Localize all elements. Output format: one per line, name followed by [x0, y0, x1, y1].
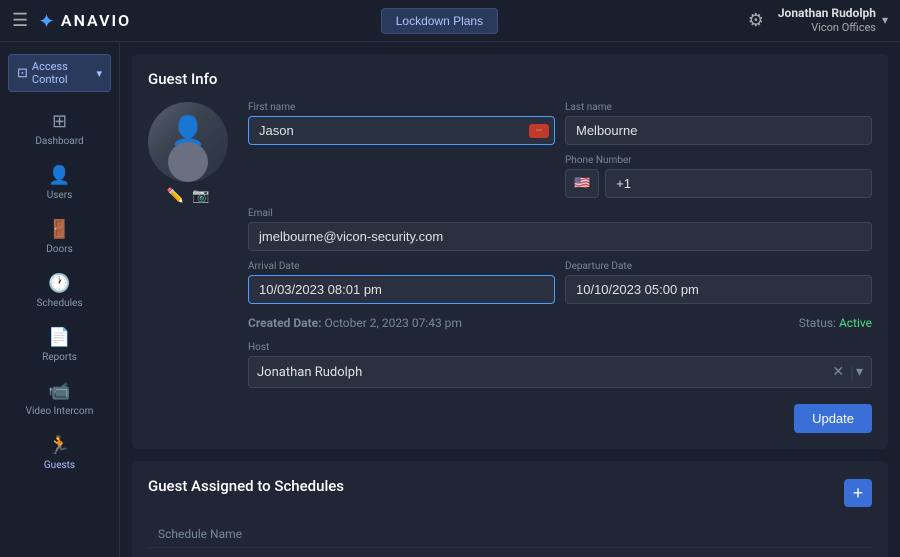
- guest-info-card: Guest Info ✏️ 📷 First name: [132, 54, 888, 449]
- sidebar-item-label: Video Intercom: [26, 406, 94, 417]
- sidebar-item-label: Dashboard: [35, 136, 83, 147]
- arrival-date-label: Arrival Date: [248, 261, 555, 272]
- host-divider: |: [848, 363, 856, 382]
- video-intercom-icon: 📹: [48, 381, 70, 402]
- host-select[interactable]: Jonathan Rudolph ✕ | ▾: [248, 356, 872, 388]
- guest-info-title: Guest Info: [148, 70, 872, 88]
- email-group: Email: [248, 208, 872, 251]
- update-button[interactable]: Update: [794, 404, 872, 433]
- sidebar-item-video-intercom[interactable]: 📹 Video Intercom: [6, 373, 113, 425]
- guests-icon: 🏃: [48, 435, 70, 456]
- reports-icon: 📄: [48, 327, 70, 348]
- topbar: ☰ ✦ ANAVIO Lockdown Plans ⚙ Jonathan Rud…: [0, 0, 900, 42]
- sidebar-item-label: Schedules: [36, 298, 82, 309]
- logo-text: ANAVIO: [61, 11, 131, 30]
- schedules-icon: 🕐: [48, 273, 70, 294]
- country-flag-select[interactable]: 🇺🇸: [565, 169, 599, 198]
- user-info: Jonathan Rudolph Vicon Offices ▾: [778, 6, 888, 36]
- phone-input[interactable]: [605, 169, 872, 198]
- update-btn-row: Update: [248, 404, 872, 433]
- host-clear-icon[interactable]: ✕: [828, 364, 848, 380]
- email-input[interactable]: [248, 222, 872, 251]
- hamburger-icon[interactable]: ☰: [12, 10, 28, 31]
- host-value: Jonathan Rudolph: [257, 365, 828, 380]
- host-group: Host Jonathan Rudolph ✕ | ▾: [248, 342, 872, 388]
- departure-date-label: Departure Date: [565, 261, 872, 272]
- user-menu-chevron-icon[interactable]: ▾: [882, 13, 888, 27]
- table-row: Contractors 🗑: [148, 548, 872, 557]
- host-chevron-icon[interactable]: ▾: [856, 364, 863, 380]
- sidebar-item-users[interactable]: 👤 Users: [6, 157, 113, 209]
- sidebar-item-guests[interactable]: 🏃 Guests: [6, 427, 113, 479]
- add-schedule-button[interactable]: +: [844, 479, 872, 507]
- status-label: Status:: [799, 316, 836, 330]
- user-name-text: Jonathan Rudolph: [778, 6, 876, 20]
- avatar-area: ✏️ 📷: [148, 102, 228, 204]
- last-name-group: Last name: [565, 102, 872, 145]
- main-content: Guest Info ✏️ 📷 First name: [120, 42, 900, 557]
- user-org-text: Vicon Offices: [778, 21, 876, 35]
- guest-info-layout: ✏️ 📷 First name ···: [148, 102, 872, 433]
- created-date-label: Created Date:: [248, 316, 321, 330]
- created-date-value: October 2, 2023 07:43 pm: [324, 316, 462, 330]
- departure-date-group: Departure Date: [565, 261, 872, 304]
- logo: ✦ ANAVIO: [38, 9, 131, 33]
- access-control-dropdown[interactable]: ⊡ Access Control ▾: [8, 54, 111, 92]
- sidebar-item-doors[interactable]: 🚪 Doors: [6, 211, 113, 263]
- access-control-chevron-icon: ▾: [96, 67, 102, 80]
- first-name-input[interactable]: [248, 116, 555, 145]
- main-layout: ⊡ Access Control ▾ ⊞ Dashboard 👤 Users 🚪…: [0, 42, 900, 557]
- avatar-camera-icon[interactable]: 📷: [192, 188, 209, 204]
- guest-form: First name ··· Last name: [248, 102, 872, 433]
- avatar-edit-icons: ✏️ 📷: [148, 188, 228, 204]
- status-value: Active: [839, 316, 872, 330]
- host-label: Host: [248, 342, 872, 353]
- first-name-label: First name: [248, 102, 555, 113]
- sidebar-item-label: Reports: [42, 352, 77, 363]
- access-control-label: Access Control: [32, 60, 93, 86]
- sidebar-item-schedules[interactable]: 🕐 Schedules: [6, 265, 113, 317]
- sidebar-item-dashboard[interactable]: ⊞ Dashboard: [6, 103, 113, 155]
- avatar-edit-icon[interactable]: ✏️: [167, 188, 184, 204]
- first-name-input-wrapper: ···: [248, 116, 555, 145]
- phone-label: Phone Number: [565, 155, 872, 166]
- input-error-badge: ···: [529, 124, 549, 138]
- sidebar-item-label: Doors: [46, 244, 73, 255]
- avatar: [148, 102, 228, 182]
- users-icon: 👤: [48, 165, 70, 186]
- dashboard-icon: ⊞: [52, 111, 67, 132]
- arrival-date-group: Arrival Date: [248, 261, 555, 304]
- phone-input-wrapper: 🇺🇸: [565, 169, 872, 198]
- flag-icon: 🇺🇸: [574, 176, 590, 191]
- last-name-input[interactable]: [565, 116, 872, 145]
- created-date-row: Created Date: October 2, 2023 07:43 pm S…: [248, 314, 872, 332]
- sidebar-item-reports[interactable]: 📄 Reports: [6, 319, 113, 371]
- departure-date-input[interactable]: [565, 275, 872, 304]
- lockdown-plans-button[interactable]: Lockdown Plans: [381, 8, 498, 34]
- arrival-date-input[interactable]: [248, 275, 555, 304]
- sidebar-item-label: Guests: [44, 460, 75, 471]
- first-name-group: First name ···: [248, 102, 555, 145]
- gear-icon[interactable]: ⚙: [748, 10, 764, 31]
- sidebar-item-label: Users: [47, 190, 73, 201]
- schedules-card: Guest Assigned to Schedules + Schedule N…: [132, 461, 888, 557]
- doors-icon: 🚪: [48, 219, 70, 240]
- access-control-icon: ⊡: [17, 66, 28, 81]
- sidebar: ⊡ Access Control ▾ ⊞ Dashboard 👤 Users 🚪…: [0, 42, 120, 557]
- logo-icon: ✦: [38, 9, 55, 33]
- schedules-title: Guest Assigned to Schedules: [148, 477, 344, 495]
- phone-group: Phone Number 🇺🇸: [565, 155, 872, 198]
- schedules-header: Guest Assigned to Schedules +: [148, 477, 872, 509]
- email-label: Email: [248, 208, 872, 219]
- last-name-label: Last name: [565, 102, 872, 113]
- schedule-table-header: Schedule Name: [148, 521, 872, 548]
